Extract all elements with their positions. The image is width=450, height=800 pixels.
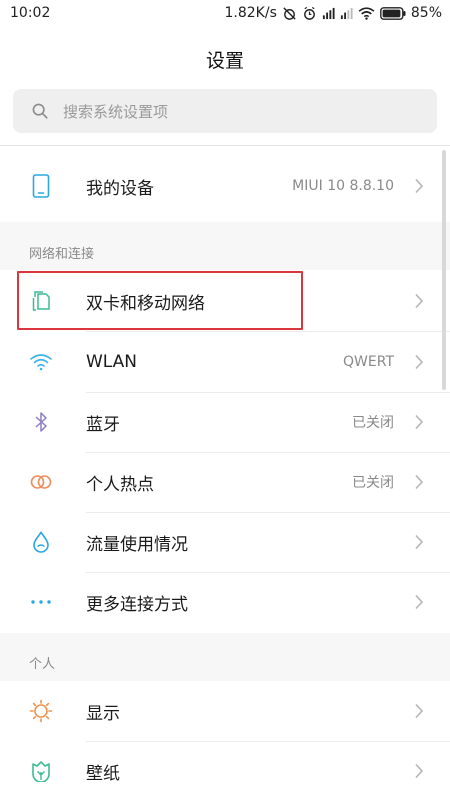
chevron-right-icon: [415, 703, 424, 719]
sun-icon: [29, 699, 53, 723]
data-usage-label: 流量使用情况: [86, 534, 188, 555]
my-device-item[interactable]: 我的设备 MIUI 10 8.8.10: [0, 156, 450, 216]
section-header-personal: 个人: [0, 633, 450, 681]
section-title-personal: 个人: [29, 657, 56, 672]
battery-level: 85%: [410, 5, 442, 21]
chevron-right-icon: [415, 414, 424, 430]
chevron-right-icon: [415, 763, 424, 779]
chevron-right-icon: [415, 594, 424, 610]
highlight-box: [17, 271, 303, 330]
more-connections-label: 更多连接方式: [86, 594, 188, 615]
chevron-right-icon: [415, 178, 424, 194]
chevron-right-icon: [415, 474, 424, 490]
search-input[interactable]: 搜索系统设置项: [13, 89, 437, 133]
battery-icon: [379, 6, 406, 20]
display-label: 显示: [86, 703, 120, 724]
page-title: 设置: [205, 50, 244, 72]
chevron-right-icon: [415, 534, 424, 550]
wallpaper-item[interactable]: 壁纸: [0, 741, 450, 800]
battery: 85%: [379, 5, 442, 21]
bluetooth-status: 已关闭: [352, 415, 394, 431]
signal-sim2-icon: [340, 7, 353, 20]
chevron-right-icon: [415, 293, 424, 309]
divider: [0, 145, 450, 146]
chevron-right-icon: [415, 354, 424, 370]
wlan-label: WLAN: [86, 352, 138, 372]
bluetooth-item[interactable]: 蓝牙 已关闭: [0, 392, 450, 452]
my-device-version: MIUI 10 8.8.10: [292, 178, 394, 194]
wifi-icon: [29, 350, 53, 374]
alarm-icon: [302, 6, 317, 21]
data-usage-item[interactable]: 流量使用情况: [0, 512, 450, 572]
more-dots-icon: [29, 590, 53, 614]
wlan-item[interactable]: WLAN QWERT: [0, 332, 450, 392]
scrollbar[interactable]: [442, 150, 446, 390]
search-icon: [32, 103, 48, 119]
section-header-network: 网络和连接: [0, 222, 450, 270]
hotspot-label: 个人热点: [86, 474, 154, 495]
search-placeholder: 搜索系统设置项: [63, 102, 169, 121]
display-item[interactable]: 显示: [0, 681, 450, 741]
wallpaper-label: 壁纸: [86, 763, 120, 784]
status-icons: 1.82K/s 85%: [225, 5, 443, 21]
bluetooth-label: 蓝牙: [86, 414, 120, 435]
section-title-network: 网络和连接: [29, 247, 95, 262]
status-time: 10:02: [10, 5, 51, 21]
signal-sim1-icon: [322, 7, 335, 20]
hotspot-status: 已关闭: [352, 475, 394, 491]
bluetooth-icon: [29, 410, 53, 434]
wlan-network-name: QWERT: [343, 354, 394, 370]
my-device-label: 我的设备: [86, 178, 154, 199]
water-drop-icon: [29, 530, 53, 554]
network-speed: 1.82K/s: [224, 5, 277, 21]
wifi-status-icon: [358, 6, 375, 20]
status-bar: 10:02 1.82K/s 85%: [0, 0, 450, 26]
personal-hotspot-item[interactable]: 个人热点 已关闭: [0, 452, 450, 512]
alarm-off-icon: [282, 6, 297, 21]
phone-icon: [29, 174, 53, 198]
flower-icon: [29, 759, 53, 783]
hotspot-icon: [29, 470, 53, 494]
more-connections-item[interactable]: 更多连接方式: [0, 572, 450, 632]
